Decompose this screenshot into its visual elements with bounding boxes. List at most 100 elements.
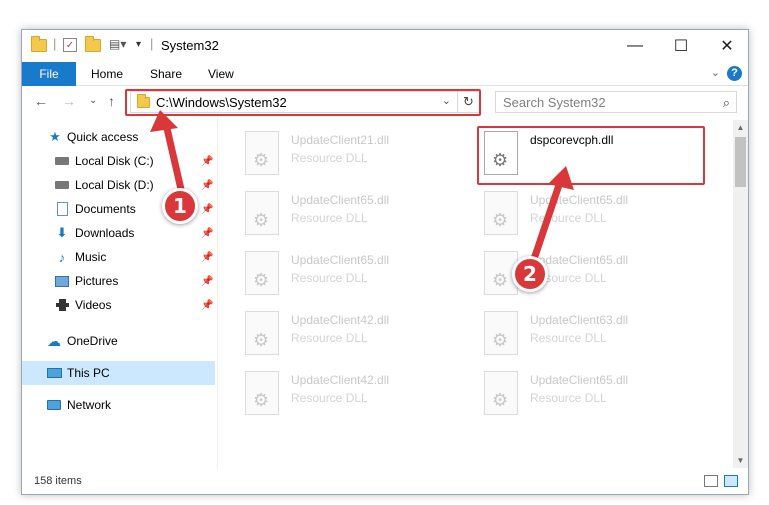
scrollbar-thumb[interactable] [735,137,746,187]
separator-icon: | [150,36,154,51]
file-name: UpdateClient42.dll [291,313,390,327]
dll-file-icon: ⚙ [245,251,279,295]
back-button[interactable]: ← [34,93,48,109]
title-bar: | ✓ ▤▾ ▾ | System32 — ☐ ✕ [22,30,748,62]
file-type: Resource DLL [291,331,368,345]
star-icon: ★ [49,129,61,144]
sidebar-item-label: OneDrive [67,334,118,348]
sidebar-item-label: Quick access [67,130,139,144]
pin-icon[interactable]: 📌 [201,252,213,263]
file-name: UpdateClient42.dll [291,373,390,387]
sidebar-item-local-disk-c[interactable]: Local Disk (C:) 📌 [22,149,215,173]
pin-icon[interactable]: 📌 [201,300,213,311]
scroll-up-icon[interactable]: ▲ [733,120,748,135]
documents-icon [54,202,70,216]
file-type: Resource DLL [530,391,607,405]
dll-file-icon: ⚙ [484,311,518,355]
dll-file-icon: ⚙ [245,131,279,175]
customize-icon[interactable]: ▤▾ [109,37,126,51]
search-icon[interactable]: ⌕ [723,95,730,111]
separator-icon: | [53,36,57,51]
recent-locations-icon[interactable]: ⌄ [89,95,97,106]
pin-icon[interactable]: 📌 [201,204,213,215]
properties-icon[interactable]: ✓ [63,38,77,52]
file-item[interactable]: ⚙ UpdateClient65.dll Resource DLL [480,187,710,243]
new-folder-icon[interactable] [85,36,101,52]
sidebar-item-onedrive[interactable]: ☁ OneDrive [22,329,215,353]
expand-ribbon-icon[interactable]: ⌄ [711,66,720,79]
sidebar-item-downloads[interactable]: ⬇ Downloads 📌 [22,221,215,245]
step-2-badge: 2 [512,256,548,292]
sidebar-item-videos[interactable]: Videos 📌 [22,293,215,317]
music-icon: ♪ [58,249,66,265]
tab-file[interactable]: File [22,62,76,86]
file-type: Resource DLL [291,151,368,165]
sidebar-item-label: This PC [67,366,110,380]
sidebar-item-label: Music [75,250,107,264]
sidebar-item-network[interactable]: Network [22,393,215,417]
computer-icon [46,366,62,380]
dll-file-icon: ⚙ [484,191,518,235]
details-view-icon[interactable] [704,475,718,487]
sidebar-item-this-pc[interactable]: This PC [22,361,215,385]
file-item[interactable]: ⚙ UpdateClient21.dll Resource DLL [241,127,471,183]
pin-icon[interactable]: 📌 [201,276,213,287]
dll-file-icon: ⚙ [245,311,279,355]
up-button[interactable]: ↑ [108,93,115,109]
sidebar-item-quick-access[interactable]: ★ Quick access [22,125,215,149]
sidebar-item-label: Local Disk (D:) [75,178,154,192]
pin-icon[interactable]: 📌 [201,180,213,191]
file-item[interactable]: ⚙ UpdateClient63.dll Resource DLL [480,307,710,363]
forward-button[interactable]: → [62,93,76,109]
sidebar-item-label: Pictures [75,274,119,288]
sidebar-item-label: Videos [75,298,112,312]
pane-divider [217,117,218,468]
file-type: Resource DLL [291,391,368,405]
file-name: UpdateClient65.dll [291,193,390,207]
file-item[interactable]: ⚙ UpdateClient65.dll Resource DLL [480,367,710,423]
file-item[interactable]: ⚙ UpdateClient65.dll Resource DLL [241,187,471,243]
file-name: UpdateClient65.dll [291,253,390,267]
quick-access-dropdown-icon[interactable]: ▾ [136,39,141,50]
drive-icon [54,154,70,168]
sidebar-item-label: Documents [75,202,136,216]
file-item[interactable]: ⚙ UpdateClient42.dll Resource DLL [241,367,471,423]
large-icons-view-icon[interactable] [724,475,738,487]
pin-icon[interactable]: 📌 [201,156,213,167]
tab-home[interactable]: Home [91,67,123,81]
network-icon [46,398,62,412]
file-name: UpdateClient21.dll [291,133,390,147]
file-item[interactable]: ⚙ UpdateClient42.dll Resource DLL [241,307,471,363]
ribbon: File Home Share View ⌄ ? [22,62,748,86]
scroll-down-icon[interactable]: ▼ [733,453,748,468]
file-name: UpdateClient65.dll [530,193,629,207]
sidebar-item-music[interactable]: ♪ Music 📌 [22,245,215,269]
tab-view[interactable]: View [208,67,234,81]
search-box[interactable]: Search System32 ⌕ [495,91,737,113]
sidebar-item-label: Network [67,398,112,412]
dll-file-icon: ⚙ [484,371,518,415]
tab-share[interactable]: Share [150,67,182,81]
file-name: UpdateClient65.dll [530,373,629,387]
close-button[interactable]: ✕ [704,30,750,62]
downloads-icon: ⬇ [56,225,68,240]
search-input[interactable]: Search System32 [503,95,606,110]
file-item[interactable]: ⚙ UpdateClient65.dll Resource DLL [241,247,471,303]
sidebar-item-pictures[interactable]: Pictures 📌 [22,269,215,293]
step-1-badge: 1 [162,188,198,224]
item-count: 158 items [34,475,82,487]
minimize-button[interactable]: — [612,30,658,62]
cloud-icon: ☁ [47,332,61,349]
help-icon[interactable]: ? [727,66,742,81]
file-name: UpdateClient63.dll [530,313,629,327]
drive-icon [54,178,70,192]
file-type: Resource DLL [291,211,368,225]
pin-icon[interactable]: 📌 [201,228,213,239]
maximize-button[interactable]: ☐ [658,30,704,62]
dll-file-icon: ⚙ [245,371,279,415]
window-title: System32 [161,38,219,53]
sidebar-item-label: Local Disk (C:) [75,154,154,168]
file-highlight [477,126,705,185]
navigation-pane: ★ Quick access Local Disk (C:) 📌 Local D… [22,125,215,468]
vertical-scrollbar[interactable]: ▲ ▼ [733,120,748,468]
